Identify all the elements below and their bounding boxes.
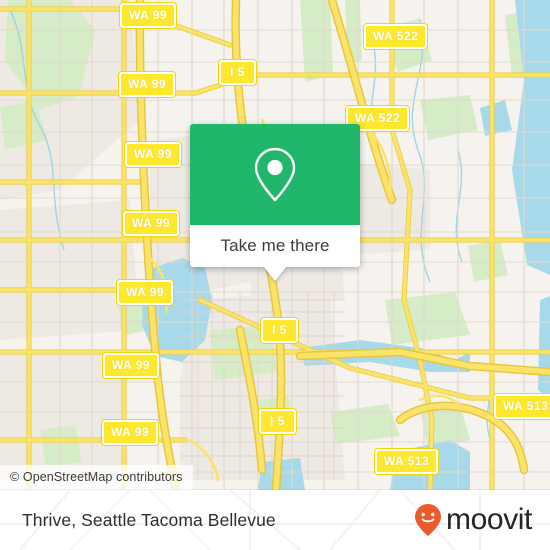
take-me-there-label: Take me there (220, 236, 330, 255)
highway-shield: I 5 (258, 408, 297, 435)
highway-shield: I 5 (218, 59, 257, 86)
take-me-there-button[interactable]: Take me there (190, 225, 360, 267)
highway-shield: WA 99 (100, 419, 160, 446)
moovit-wordmark: moovit (446, 503, 532, 536)
map-pin-icon (254, 147, 296, 201)
location-popup-card[interactable]: Take me there (190, 124, 360, 281)
highway-shield: WA 513 (492, 393, 550, 420)
highway-shield: I 5 (260, 317, 299, 344)
highway-shield: WA 99 (101, 352, 161, 379)
highway-shield: WA 99 (117, 71, 177, 98)
highway-shield: WA 99 (118, 2, 178, 29)
highway-shield: WA 99 (123, 141, 183, 168)
highway-shield: WA 522 (362, 23, 429, 50)
popup-tail (264, 267, 286, 281)
footer-bar: Thrive, Seattle Tacoma Bellevue moovit (0, 490, 550, 550)
highway-shield: WA 513 (373, 448, 440, 475)
map-screenshot: WA 99 WA 522 WA 99 I 5 WA 522 WA 99 WA 99 WA 99… (0, 0, 550, 550)
moovit-pin-icon (415, 504, 442, 536)
popup-header (190, 124, 360, 225)
highway-shield: WA 99 (121, 210, 181, 237)
osm-attribution[interactable]: © OpenStreetMap contributors (0, 465, 193, 490)
moovit-logo[interactable]: moovit (413, 503, 532, 537)
highway-shield: WA 99 (115, 279, 175, 306)
place-title: Thrive, Seattle Tacoma Bellevue (22, 509, 276, 530)
